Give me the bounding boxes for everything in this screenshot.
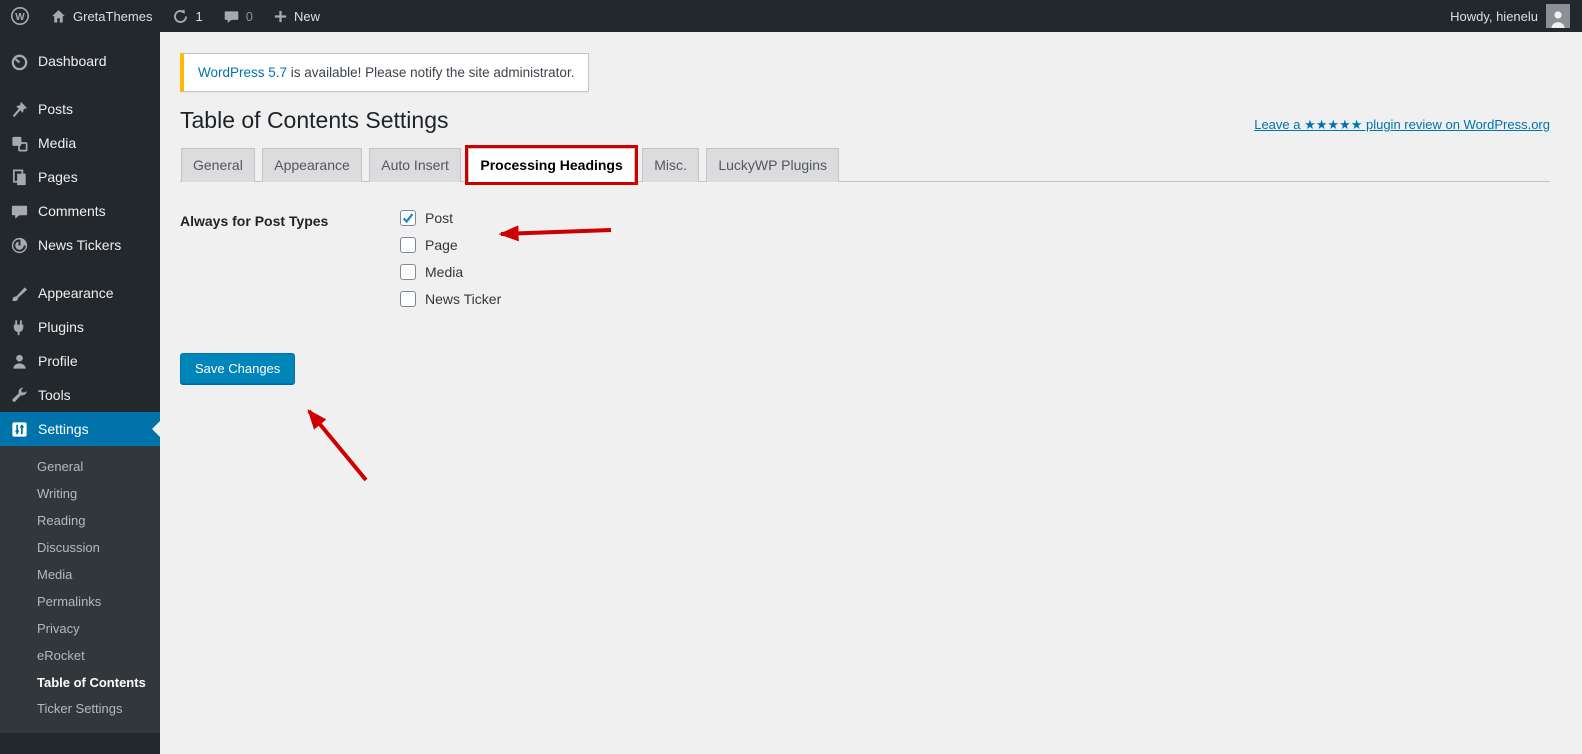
sidebar-item-settings[interactable]: Settings [0, 412, 160, 446]
new-content-menu[interactable]: New [263, 0, 330, 32]
submenu-item-table-of-contents[interactable]: Table of Contents [0, 670, 160, 697]
pages-icon [9, 167, 29, 187]
sidebar-item-label: Posts [38, 101, 74, 117]
sidebar-item-news-tickers[interactable]: News Tickers [0, 228, 160, 262]
sidebar-item-label: Dashboard [38, 53, 107, 69]
admin-sidebar: Dashboard Posts Media Pages Comments New… [0, 32, 160, 754]
svg-text:W: W [15, 12, 25, 23]
sidebar-item-tools[interactable]: Tools [0, 378, 160, 412]
dashboard-icon [9, 51, 29, 71]
sidebar-item-label: Profile [38, 353, 78, 369]
admin-bar: W GretaThemes 1 0 New Howdy, hienelu [0, 0, 1582, 32]
post-types-checkbox-list: Post Page Media News Ticker [400, 209, 502, 307]
sidebar-item-plugins[interactable]: Plugins [0, 310, 160, 344]
new-label: New [293, 8, 320, 24]
submenu-item-media[interactable]: Media [0, 562, 160, 589]
checkbox-box[interactable] [400, 290, 416, 307]
tab-appearance[interactable]: Appearance [262, 147, 362, 182]
sidebar-item-label: Comments [38, 203, 106, 219]
submenu-item-privacy[interactable]: Privacy [0, 616, 160, 643]
sidebar-item-label: Tools [38, 387, 71, 403]
current-menu-arrow [152, 421, 160, 437]
howdy-account-link[interactable]: Howdy, hienelu [1450, 9, 1538, 24]
wordpress-logo-icon[interactable]: W [0, 0, 40, 32]
submenu-item-ticker-settings[interactable]: Ticker Settings [0, 696, 160, 723]
notice-text: is available! Please notify the site adm… [287, 65, 575, 80]
updates-menu[interactable]: 1 [162, 0, 212, 32]
sidebar-item-label: Appearance [38, 285, 114, 301]
settings-sliders-icon [9, 419, 29, 439]
comments-icon [9, 201, 29, 221]
checkbox-news-ticker[interactable]: News Ticker [400, 290, 502, 307]
checkbox-label: Media [425, 263, 464, 280]
submenu-item-general[interactable]: General [0, 454, 160, 481]
save-changes-button[interactable]: Save Changes [180, 352, 296, 384]
plug-icon [9, 317, 29, 337]
settings-submenu: General Writing Reading Discussion Media… [0, 446, 160, 734]
comments-menu[interactable]: 0 [213, 0, 263, 32]
update-icon [174, 8, 188, 23]
checkbox-label: Page [425, 236, 458, 253]
submenu-item-erocket[interactable]: eRocket [0, 643, 160, 670]
site-menu[interactable]: GretaThemes [40, 0, 162, 32]
checkbox-label: News Ticker [425, 290, 502, 307]
sidebar-item-appearance[interactable]: Appearance [0, 276, 160, 310]
pushpin-icon [9, 99, 29, 119]
home-icon [52, 9, 65, 22]
submenu-item-reading[interactable]: Reading [0, 508, 160, 535]
comment-count: 0 [245, 8, 253, 24]
check-icon [402, 213, 414, 223]
wordpress-version-link[interactable]: WordPress 5.7 [198, 65, 287, 80]
checkbox-page[interactable]: Page [400, 236, 501, 253]
field-label: Always for Post Types [180, 212, 329, 229]
checkbox-media[interactable]: Media [400, 263, 501, 280]
tab-processing-headings[interactable]: Processing Headings [465, 144, 638, 185]
update-count: 1 [195, 8, 203, 24]
tab-misc[interactable]: Misc. [642, 147, 699, 182]
sidebar-item-label: Plugins [38, 319, 84, 335]
checkbox-box[interactable] [400, 263, 416, 280]
plugin-review-link[interactable]: Leave a ★★★★★ plugin review on WordPress… [1254, 117, 1550, 136]
page-title: Table of Contents Settings [180, 107, 449, 133]
checkbox-post[interactable]: Post [400, 209, 501, 226]
menu-separator [0, 78, 160, 92]
sidebar-item-dashboard[interactable]: Dashboard [0, 44, 160, 78]
checkbox-box[interactable] [400, 236, 416, 253]
checkbox-box[interactable] [400, 209, 416, 226]
media-icon [9, 133, 29, 153]
comment-icon [224, 10, 239, 23]
checkbox-label: Post [425, 209, 454, 226]
submenu-item-permalinks[interactable]: Permalinks [0, 589, 160, 616]
plus-icon [274, 10, 287, 22]
tab-auto-insert[interactable]: Auto Insert [369, 147, 461, 182]
sidebar-item-label: Pages [38, 169, 78, 185]
ticker-icon [9, 235, 29, 255]
sidebar-item-profile[interactable]: Profile [0, 344, 160, 378]
sidebar-item-pages[interactable]: Pages [0, 160, 160, 194]
site-name: GretaThemes [73, 8, 153, 24]
sidebar-item-comments[interactable]: Comments [0, 194, 160, 228]
sidebar-item-media[interactable]: Media [0, 126, 160, 160]
sidebar-item-label: Media [38, 135, 77, 151]
menu-separator [0, 262, 160, 276]
tab-general[interactable]: General [181, 147, 255, 182]
sidebar-item-label: News Tickers [38, 237, 122, 253]
tab-luckywp-plugins[interactable]: LuckyWP Plugins [706, 147, 840, 182]
sidebar-item-posts[interactable]: Posts [0, 92, 160, 126]
update-notice: WordPress 5.7 is available! Please notif… [180, 53, 590, 92]
submenu-item-writing[interactable]: Writing [0, 481, 160, 508]
settings-tabs: General Appearance Auto Insert Processin… [180, 144, 1550, 185]
wrench-icon [9, 385, 29, 405]
sidebar-item-label: Settings [38, 421, 89, 437]
main-content: WordPress 5.7 is available! Please notif… [160, 32, 1582, 754]
paintbrush-icon [9, 283, 29, 303]
post-types-field: Always for Post Types Post Page Media Ne… [180, 209, 1550, 307]
person-icon [9, 351, 29, 371]
avatar[interactable] [1546, 4, 1570, 28]
submenu-item-discussion[interactable]: Discussion [0, 535, 160, 562]
